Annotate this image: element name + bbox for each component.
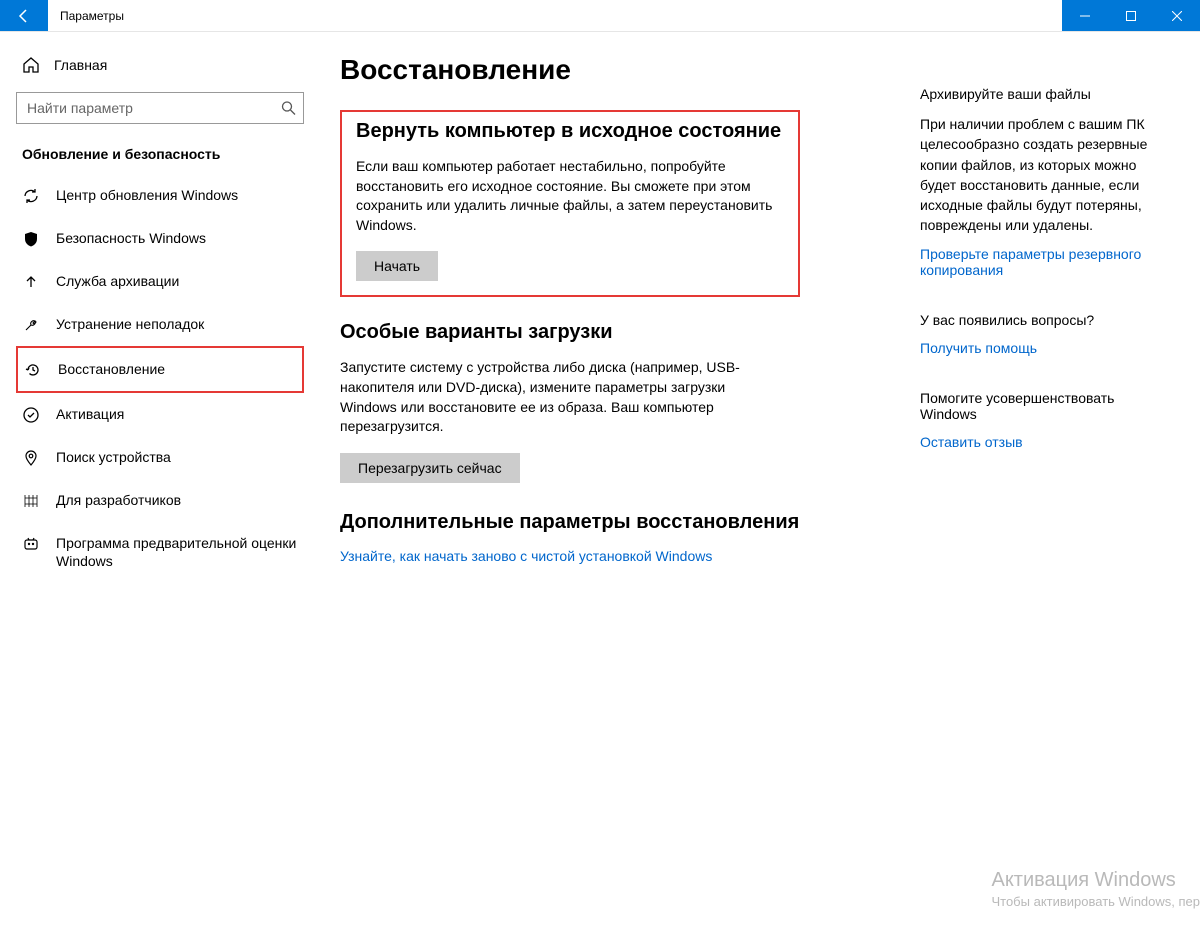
sidebar-item-label: Служба архивации [56, 272, 179, 290]
backup-settings-link[interactable]: Проверьте параметры резервного копирован… [920, 246, 1170, 278]
restart-now-button[interactable]: Перезагрузить сейчас [340, 453, 520, 483]
search-input[interactable] [16, 92, 304, 124]
shield-icon [22, 230, 40, 248]
feedback-link[interactable]: Оставить отзыв [920, 434, 1023, 450]
right-improve-section: Помогите усовершенствовать Windows Остав… [920, 390, 1170, 450]
window-title: Параметры [48, 0, 1062, 31]
right-backup-text: При наличии проблем с вашим ПК целесообр… [920, 114, 1170, 236]
activation-watermark: Активация Windows Чтобы активировать Win… [991, 869, 1200, 909]
right-backup-section: Архивируйте ваши файлы При наличии пробл… [920, 86, 1170, 278]
sidebar-item-backup[interactable]: Служба архивации [16, 260, 304, 303]
right-sidebar: Архивируйте ваши файлы При наличии пробл… [920, 86, 1170, 484]
page-title: Восстановление [340, 54, 900, 86]
search-wrap [16, 92, 304, 124]
maximize-icon [1126, 11, 1136, 21]
right-improve-title: Помогите усовершенствовать Windows [920, 390, 1170, 422]
right-questions-title: У вас появились вопросы? [920, 312, 1170, 328]
arrow-left-icon [16, 8, 32, 24]
minimize-button[interactable] [1062, 0, 1108, 31]
developers-icon [22, 492, 40, 510]
sidebar-item-recovery[interactable]: Восстановление [16, 346, 304, 393]
startup-section: Особые варианты загрузки Запустите систе… [340, 321, 900, 482]
sidebar-home-label: Главная [54, 57, 107, 73]
insider-icon [22, 535, 40, 553]
right-questions-section: У вас появились вопросы? Получить помощь [920, 312, 1170, 356]
get-help-link[interactable]: Получить помощь [920, 340, 1037, 356]
sidebar-item-label: Устранение неполадок [56, 315, 204, 333]
sidebar: Главная Обновление и безопасность Центр … [0, 32, 320, 931]
minimize-icon [1080, 11, 1090, 21]
more-recovery-section: Дополнительные параметры восстановления … [340, 511, 900, 564]
reset-text: Если ваш компьютер работает нестабильно,… [356, 157, 784, 235]
sidebar-item-label: Программа предварительной оценки Windows [56, 534, 298, 570]
sidebar-item-label: Безопасность Windows [56, 229, 206, 247]
right-backup-title: Архивируйте ваши файлы [920, 86, 1170, 102]
reset-title: Вернуть компьютер в исходное состояние [356, 120, 784, 143]
sidebar-home[interactable]: Главная [16, 50, 304, 92]
sidebar-item-find-device[interactable]: Поиск устройства [16, 436, 304, 479]
check-circle-icon [22, 406, 40, 424]
sidebar-item-troubleshoot[interactable]: Устранение неполадок [16, 303, 304, 346]
home-icon [22, 56, 40, 74]
main: Восстановление Вернуть компьютер в исход… [320, 32, 1200, 931]
sidebar-item-developers[interactable]: Для разработчиков [16, 479, 304, 522]
sidebar-item-label: Для разработчиков [56, 491, 181, 509]
close-button[interactable] [1154, 0, 1200, 31]
reset-section: Вернуть компьютер в исходное состояние Е… [340, 110, 800, 297]
wrench-icon [22, 316, 40, 334]
arrow-up-icon [22, 273, 40, 291]
sidebar-item-activation[interactable]: Активация [16, 393, 304, 436]
more-recovery-title: Дополнительные параметры восстановления [340, 511, 900, 534]
window-controls [1062, 0, 1200, 31]
history-icon [24, 361, 42, 379]
back-button[interactable] [0, 0, 48, 31]
fresh-start-link[interactable]: Узнайте, как начать заново с чистой уста… [340, 548, 712, 564]
sidebar-item-label: Восстановление [58, 360, 165, 378]
sidebar-item-label: Центр обновления Windows [56, 186, 238, 204]
watermark-line2: Чтобы активировать Windows, пер [991, 894, 1200, 909]
sidebar-item-security[interactable]: Безопасность Windows [16, 217, 304, 260]
startup-text: Запустите систему с устройства либо диск… [340, 358, 760, 436]
reset-start-button[interactable]: Начать [356, 251, 438, 281]
sidebar-item-label: Активация [56, 405, 124, 423]
sidebar-item-insider[interactable]: Программа предварительной оценки Windows [16, 522, 304, 582]
sidebar-item-update[interactable]: Центр обновления Windows [16, 174, 304, 217]
sidebar-item-label: Поиск устройства [56, 448, 171, 466]
sync-icon [22, 187, 40, 205]
startup-title: Особые варианты загрузки [340, 321, 900, 344]
watermark-line1: Активация Windows [991, 869, 1200, 892]
titlebar: Параметры [0, 0, 1200, 32]
location-icon [22, 449, 40, 467]
close-icon [1172, 11, 1182, 21]
maximize-button[interactable] [1108, 0, 1154, 31]
sidebar-section-title: Обновление и безопасность [16, 146, 304, 174]
